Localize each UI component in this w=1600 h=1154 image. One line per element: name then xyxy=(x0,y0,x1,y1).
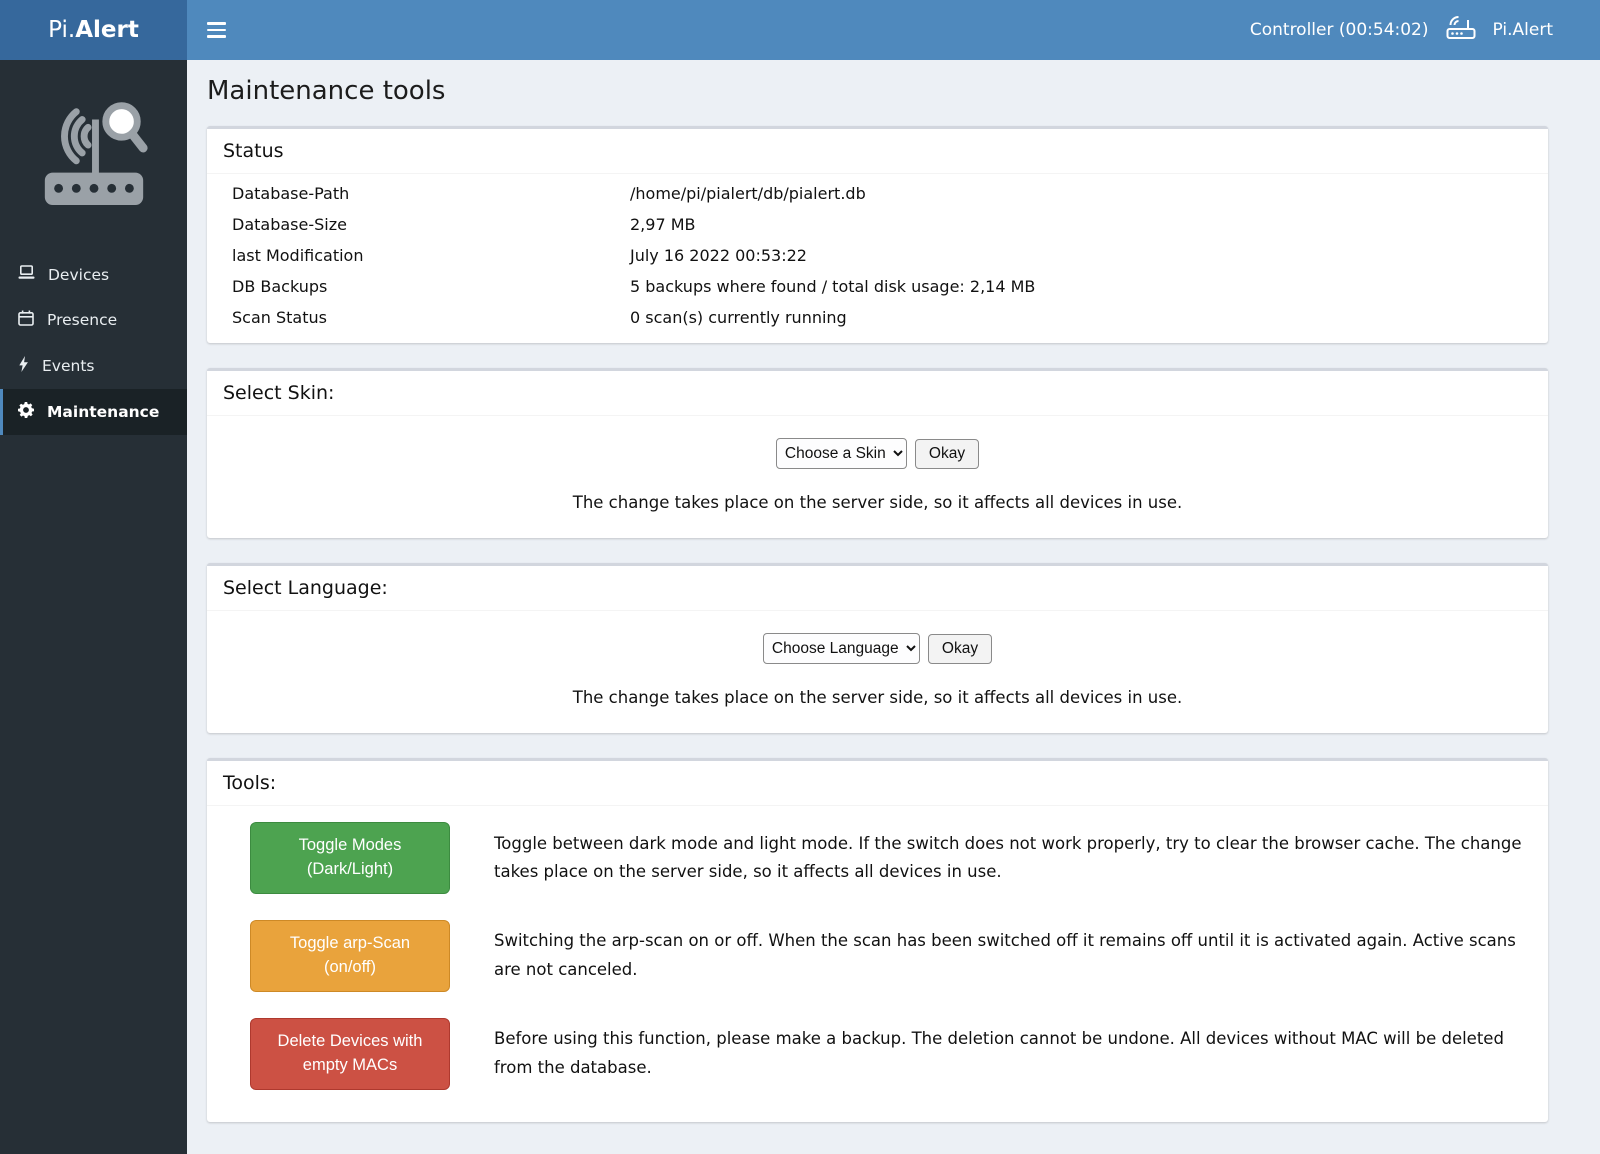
hamburger-icon xyxy=(207,22,226,25)
status-row-value: /home/pi/pialert/db/pialert.db xyxy=(630,184,1532,203)
pialert-logo xyxy=(0,60,187,226)
select-skin-card: Select Skin: Choose a Skin Okay The chan… xyxy=(207,368,1548,538)
table-row: Database-Size 2,97 MB xyxy=(223,209,1532,240)
hamburger-icon xyxy=(207,35,226,38)
sidebar-item-label: Events xyxy=(42,357,94,375)
tools-body: Toggle Modes (Dark/Light) Toggle between… xyxy=(207,806,1548,1122)
table-row: Scan Status 0 scan(s) currently running xyxy=(223,302,1532,333)
status-row-value: 5 backups where found / total disk usage… xyxy=(630,277,1532,296)
sidebar: Devices Presence xyxy=(0,60,187,1154)
skin-okay-button[interactable]: Okay xyxy=(915,439,979,469)
delete-empty-macs-button[interactable]: Delete Devices with empty MACs xyxy=(250,1018,450,1090)
tools-title: Tools: xyxy=(207,761,1548,806)
app-window: Pi.Alert Controller (00:54:02) Pi.Alert xyxy=(0,0,1600,1154)
status-row-value: 0 scan(s) currently running xyxy=(630,308,1532,327)
sidebar-item-maintenance[interactable]: Maintenance xyxy=(0,389,187,435)
sidebar-item-label: Devices xyxy=(48,266,109,284)
select-language-card: Select Language: Choose Language Okay Th… xyxy=(207,563,1548,733)
brand-logo[interactable]: Pi.Alert xyxy=(0,0,187,60)
toggle-modes-button[interactable]: Toggle Modes (Dark/Light) xyxy=(250,822,450,894)
calendar-icon xyxy=(18,310,34,330)
sidebar-item-events[interactable]: Events xyxy=(0,343,187,389)
select-skin-body: Choose a Skin Okay The change takes plac… xyxy=(207,416,1548,538)
status-row-label: DB Backups xyxy=(232,277,630,296)
sidebar-item-label: Maintenance xyxy=(47,403,159,421)
top-navbar: Controller (00:54:02) Pi.Alert xyxy=(187,0,1600,60)
sidebar-menu: Devices Presence xyxy=(0,252,187,435)
main-content: Maintenance tools Status Database-Path /… xyxy=(187,60,1600,1154)
table-row: Database-Path /home/pi/pialert/db/pialer… xyxy=(223,178,1532,209)
status-table: Database-Path /home/pi/pialert/db/pialer… xyxy=(207,174,1548,343)
table-row: DB Backups 5 backups where found / total… xyxy=(223,271,1532,302)
status-row-label: last Modification xyxy=(232,246,630,265)
status-card: Status Database-Path /home/pi/pialert/db… xyxy=(207,126,1548,343)
router-icon xyxy=(1446,16,1476,45)
sidebar-item-presence[interactable]: Presence xyxy=(0,297,187,343)
status-card-title: Status xyxy=(207,129,1548,174)
device-name: Pi.Alert xyxy=(1493,20,1553,40)
toggle-arpscan-button[interactable]: Toggle arp-Scan (on/off) xyxy=(250,920,450,992)
tool-description: Switching the arp-scan on or off. When t… xyxy=(494,927,1532,984)
laptop-icon xyxy=(18,265,35,284)
controller-timer: Controller (00:54:02) xyxy=(1250,20,1429,40)
status-row-label: Database-Path xyxy=(232,184,630,203)
tool-row: Toggle arp-Scan (on/off) Switching the a… xyxy=(223,920,1532,992)
navbar-right: Controller (00:54:02) Pi.Alert xyxy=(1250,16,1600,45)
hamburger-icon xyxy=(207,29,226,32)
status-row-label: Database-Size xyxy=(232,215,630,234)
sidebar-item-label: Presence xyxy=(47,311,117,329)
status-row-value: July 16 2022 00:53:22 xyxy=(630,246,1532,265)
select-skin-title: Select Skin: xyxy=(207,371,1548,416)
tool-description: Before using this function, please make … xyxy=(494,1025,1532,1082)
bolt-icon xyxy=(18,356,29,376)
status-row-label: Scan Status xyxy=(232,308,630,327)
skin-select[interactable]: Choose a Skin xyxy=(776,438,907,469)
table-row: last Modification July 16 2022 00:53:22 xyxy=(223,240,1532,271)
status-row-value: 2,97 MB xyxy=(630,215,1532,234)
language-note: The change takes place on the server sid… xyxy=(223,688,1532,707)
brand-bold: Alert xyxy=(75,17,139,43)
sidebar-toggle-button[interactable] xyxy=(193,0,239,60)
language-okay-button[interactable]: Okay xyxy=(928,634,992,664)
tools-card: Tools: Toggle Modes (Dark/Light) Toggle … xyxy=(207,758,1548,1122)
tool-description: Toggle between dark mode and light mode.… xyxy=(494,830,1532,887)
page-title: Maintenance tools xyxy=(207,76,1548,106)
tool-row: Toggle Modes (Dark/Light) Toggle between… xyxy=(223,822,1532,894)
language-select[interactable]: Choose Language xyxy=(763,633,920,664)
select-language-title: Select Language: xyxy=(207,566,1548,611)
tool-row: Delete Devices with empty MACs Before us… xyxy=(223,1018,1532,1090)
brand-light: Pi. xyxy=(48,17,75,43)
skin-note: The change takes place on the server sid… xyxy=(223,493,1532,512)
select-language-body: Choose Language Okay The change takes pl… xyxy=(207,611,1548,733)
gear-icon xyxy=(18,402,34,422)
sidebar-item-devices[interactable]: Devices xyxy=(0,252,187,297)
